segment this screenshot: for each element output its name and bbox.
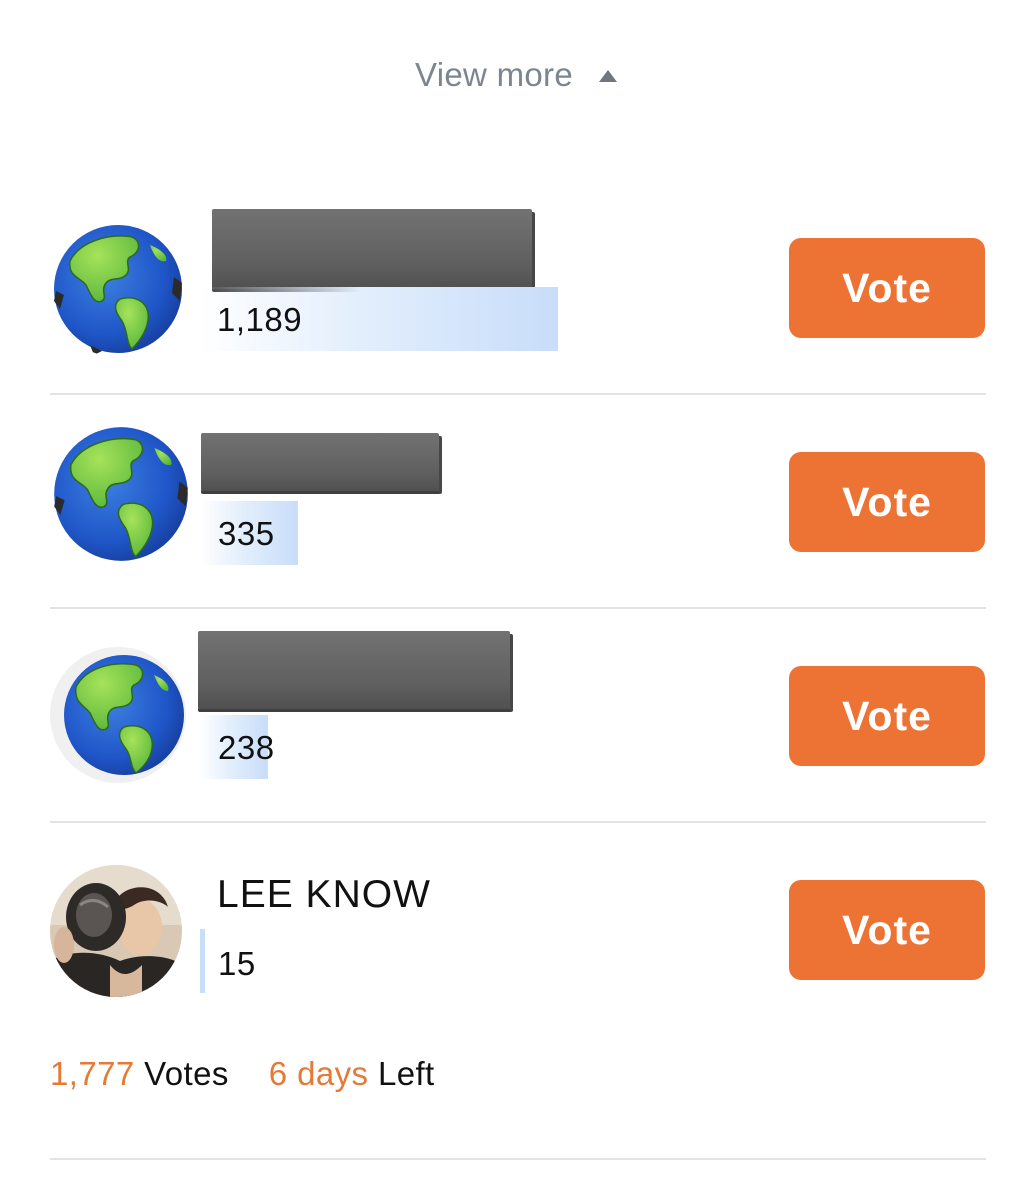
poll-summary: 1,777 Votes 6 days Left bbox=[50, 1055, 475, 1093]
days-left-count: 6 days bbox=[268, 1055, 369, 1092]
candidate-row: 335 Vote bbox=[0, 395, 1032, 608]
globe-icon bbox=[50, 423, 192, 565]
vote-button[interactable]: Vote bbox=[789, 880, 985, 980]
vote-count: 238 bbox=[218, 729, 275, 766]
view-more-label: View more bbox=[415, 56, 573, 93]
time-left: 6 days Left bbox=[269, 1055, 435, 1093]
view-more-toggle[interactable]: View more bbox=[0, 52, 1032, 98]
vote-count: 335 bbox=[218, 515, 275, 552]
candidate-name: LEE KNOW bbox=[217, 873, 431, 916]
total-votes-label: Votes bbox=[144, 1055, 229, 1092]
vote-count: 15 bbox=[218, 945, 256, 982]
vote-bar bbox=[200, 929, 205, 993]
candidate-row: 1,189 Vote bbox=[0, 195, 1032, 395]
vote-button[interactable]: Vote bbox=[789, 452, 985, 552]
candidate-row: 238 Vote bbox=[0, 609, 1032, 822]
total-votes: 1,777 Votes bbox=[50, 1055, 229, 1093]
globe-icon bbox=[50, 647, 186, 783]
candidate-name-redacted bbox=[201, 433, 439, 491]
vote-button[interactable]: Vote bbox=[789, 238, 985, 338]
avatar bbox=[50, 865, 182, 997]
globe-icon bbox=[50, 221, 186, 357]
candidate-name-redacted bbox=[198, 631, 510, 709]
candidate-row: LEE KNOW 15 Vote bbox=[0, 823, 1032, 1023]
candidate-name-redacted bbox=[212, 209, 532, 289]
divider bbox=[50, 1158, 986, 1160]
vote-count: 1,189 bbox=[217, 301, 303, 338]
days-left-label: Left bbox=[377, 1055, 435, 1092]
vote-button[interactable]: Vote bbox=[789, 666, 985, 766]
total-votes-count: 1,777 bbox=[50, 1055, 135, 1092]
triangle-up-icon bbox=[598, 70, 617, 82]
